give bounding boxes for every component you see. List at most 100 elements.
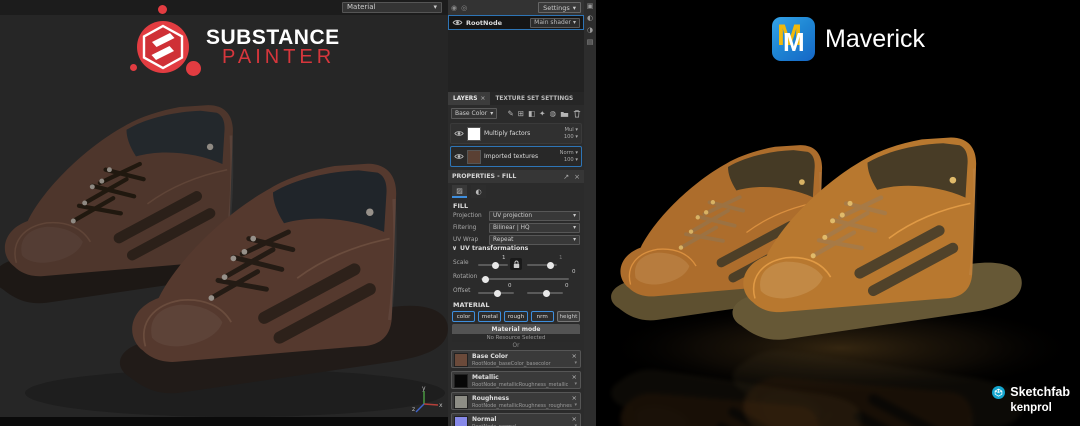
layer-row-multiply-factors[interactable]: Multiply factors Mul ▾ 100 ▾ [450, 123, 582, 144]
add-fill-layer-icon[interactable]: ◧ [528, 109, 535, 118]
projection-select[interactable]: UV projection ▾ [489, 211, 580, 221]
offset-row: Offset 0 0 [453, 283, 580, 298]
material-channels: color metal rough nrm height [452, 311, 581, 322]
chevron-down-icon: ▾ [433, 3, 437, 11]
rotation-value: 0 [572, 269, 576, 275]
axis-x-label: x [439, 402, 443, 409]
channel-color-button[interactable]: color [452, 311, 476, 322]
resource-path: RootNode_baseColor_basecolor [472, 360, 551, 367]
chevron-down-icon: ▾ [572, 19, 576, 26]
resource-path: RootNode_metallicRoughness_roughness [472, 402, 572, 409]
popout-icon[interactable]: ↗ [563, 173, 569, 181]
uv-wrap-select[interactable]: Repeat ▾ [489, 235, 580, 245]
eye-icon[interactable] [454, 153, 464, 160]
close-icon[interactable]: × [574, 173, 580, 181]
filtering-select[interactable]: Bilinear | HQ ▾ [489, 223, 580, 233]
material-mode-hint: No Resource Selected [452, 334, 580, 342]
chevron-down-icon[interactable]: ▾ [574, 360, 577, 366]
add-mask-icon[interactable]: ◍ [549, 109, 556, 118]
remove-resource-icon[interactable]: × [572, 415, 577, 423]
channel-metal-button[interactable]: metal [478, 311, 502, 322]
folder-icon[interactable] [560, 110, 569, 118]
layer-thumbnail [467, 149, 481, 164]
eye-icon[interactable] [454, 130, 464, 137]
panel-dock-strip: ▣ ◐ ◑ ▤ [584, 0, 596, 426]
dock-panel-icon[interactable]: ▣ [587, 3, 594, 10]
remove-resource-icon[interactable]: × [572, 394, 577, 402]
resource-card-metallic[interactable]: Metallic RootNode_metallicRoughness_meta… [451, 371, 581, 389]
scale-label: Scale [453, 260, 469, 266]
channel-rough-button[interactable]: rough [504, 311, 528, 322]
channel-height-button[interactable]: height [556, 311, 581, 322]
offset-v-value: 0 [565, 283, 569, 289]
projection-row: Projection UV projection ▾ [453, 211, 580, 221]
fill-subtab[interactable]: ▨ [452, 185, 467, 198]
dock-history-icon[interactable]: ◑ [587, 27, 593, 34]
offset-u-value: 0 [508, 283, 512, 289]
resource-card-roughness[interactable]: Roughness RootNode_metallicRoughness_rou… [451, 392, 581, 410]
lock-icon[interactable] [510, 258, 522, 270]
credit-user: kenprol [1010, 402, 1052, 414]
layer-name: Multiply factors [484, 130, 531, 137]
material-mode-button[interactable]: Material mode [452, 324, 580, 334]
projection-label: Projection [453, 213, 482, 219]
layer-row-imported-textures[interactable]: Imported textures Norm ▾ 100 ▾ [450, 146, 582, 167]
layers-toolbar: Base Color ▾ ✎ ⊞ ◧ ✦ ◍ [448, 105, 584, 122]
filtering-label: Filtering [453, 225, 477, 231]
resource-name: Base Color [472, 353, 509, 360]
texture-set-name: RootNode [466, 18, 503, 27]
scale-u-slider[interactable] [478, 261, 508, 269]
maverick-logo: M M Maverick [772, 17, 925, 61]
chevron-down-icon[interactable]: ▾ [574, 402, 577, 408]
uv-wrap-label: UV Wrap [453, 237, 479, 243]
resource-card-normal[interactable]: Normal RootNode_normal × ▾ [451, 413, 581, 426]
material-subtab[interactable]: ◐ [471, 185, 486, 198]
add-effect-icon[interactable]: ✦ [539, 109, 545, 118]
maverick-wordmark: Maverick [825, 24, 926, 53]
paint-tool-icon[interactable]: ✎ [507, 109, 513, 118]
credit-block: Sketchfab kenprol [992, 385, 1070, 414]
resource-name: Metallic [472, 374, 499, 381]
scale-u-value: 1 [502, 255, 506, 261]
remove-resource-icon[interactable]: × [572, 373, 577, 381]
eye-icon[interactable] [452, 19, 463, 26]
offset-u-slider[interactable] [478, 289, 514, 297]
visibility-icon[interactable]: ◉ [451, 4, 457, 12]
collapse-chevron-icon: ∨ [452, 245, 458, 252]
uv-wrap-row: UV Wrap Repeat ▾ [453, 235, 580, 245]
axis-gizmo[interactable]: y x z [410, 384, 444, 418]
texture-set-row[interactable]: RootNode Main shader ▾ [448, 15, 584, 30]
fill-section-heading: FILL [453, 202, 469, 210]
viewport-bottom-bar [0, 417, 448, 426]
resource-card-base-color[interactable]: Base Color RootNode_baseColor_basecolor … [451, 350, 581, 368]
opacity-dropdown[interactable]: 100 ▾ [564, 157, 578, 163]
substance-painter-logo: SUBSTANCE PAINTER [110, 0, 370, 88]
maverick-m-icon: M M [772, 17, 815, 61]
channel-filter-dropdown[interactable]: Base Color ▾ [451, 108, 498, 119]
offset-v-slider[interactable] [527, 289, 563, 297]
opacity-dropdown[interactable]: 100 ▾ [564, 134, 578, 140]
solo-icon[interactable]: ◎ [461, 4, 467, 12]
add-layer-icon[interactable]: ⊞ [518, 109, 524, 118]
dock-shelf-icon[interactable]: ◐ [587, 15, 593, 22]
uv-transformations-header[interactable]: ∨ UV transformations [452, 245, 528, 252]
resource-thumbnail [454, 394, 468, 409]
dark-sneaker-pair-model[interactable] [0, 88, 448, 426]
settings-label: Settings [543, 3, 570, 12]
trash-icon[interactable] [573, 109, 581, 118]
channel-nrm-button[interactable]: nrm [530, 311, 554, 322]
dock-log-icon[interactable]: ▤ [587, 39, 594, 46]
logo-dot [130, 64, 137, 71]
tab-texture-set-settings[interactable]: TEXTURE SET SETTINGS [490, 92, 578, 105]
scale-v-slider[interactable] [527, 261, 557, 269]
tab-layers[interactable]: LAYERS × [448, 92, 491, 105]
substance-painter-viewport[interactable]: Material ▾ SUBSTANCE PAINTER y x z [0, 0, 448, 426]
blend-mode-dropdown[interactable]: Norm ▾ [560, 150, 578, 156]
rotation-slider[interactable] [481, 275, 569, 283]
remove-resource-icon[interactable]: × [572, 352, 577, 360]
main-shader-button[interactable]: Main shader ▾ [530, 17, 580, 28]
settings-button[interactable]: Settings ▾ [538, 2, 581, 13]
blend-mode-dropdown[interactable]: Mul ▾ [565, 127, 578, 133]
close-icon[interactable]: × [480, 95, 485, 102]
chevron-down-icon[interactable]: ▾ [574, 381, 577, 387]
